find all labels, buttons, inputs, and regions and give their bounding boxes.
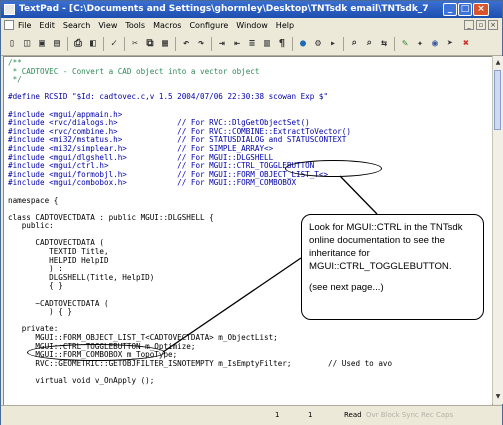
callout-subtext: (see next page...) xyxy=(309,282,384,293)
callout-text: Look for MGUI::CTRL in the TNTsdk online… xyxy=(309,222,463,272)
callout-note: Look for MGUI::CTRL in the TNTsdk online… xyxy=(301,214,484,320)
callout-connector-lines xyxy=(162,175,378,353)
